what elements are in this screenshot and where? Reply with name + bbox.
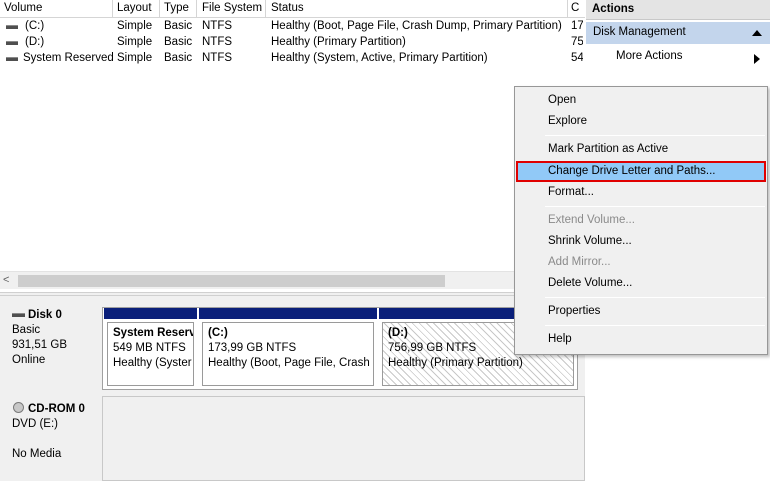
volume-list: Volume Layout Type File System Status C … — [0, 0, 585, 292]
cdrom0-title: CD-ROM 0 — [6, 402, 100, 417]
volume-type: Basic — [164, 36, 193, 48]
disk0-partitions: System Reserv 549 MB NTFS Healthy (Syste… — [102, 307, 578, 390]
partition-status: Healthy (Primary Partition) — [388, 357, 523, 369]
disk0-label[interactable]: Disk 0 Basic 931,51 GB Online — [6, 308, 100, 398]
column-header-volume[interactable]: Volume — [4, 2, 110, 14]
context-menu: Open Explore Mark Partition as Active Ch… — [514, 86, 768, 355]
partition-bar — [199, 308, 377, 319]
disk0-size: 931,51 GB — [12, 339, 67, 351]
volume-type: Basic — [164, 52, 193, 64]
partition-size: 173,99 GB NTFS — [208, 342, 297, 354]
volume-name: (D:) — [25, 36, 45, 48]
volume-fs: NTFS — [202, 20, 233, 32]
menu-item-extend-volume: Extend Volume... — [548, 214, 635, 226]
volume-list-header: Volume Layout Type File System Status C — [0, 0, 585, 18]
volume-capacity: 17 — [571, 20, 583, 32]
menu-item-shrink-volume[interactable]: Shrink Volume... — [517, 232, 765, 253]
more-actions-label: More Actions — [616, 50, 683, 62]
partition-c[interactable]: (C:) 173,99 GB NTFS Healthy (Boot, Page … — [199, 308, 377, 389]
drive-icon — [6, 25, 18, 29]
menu-item-mark-active[interactable]: Mark Partition as Active — [517, 140, 765, 161]
partition-body: System Reserv 549 MB NTFS Healthy (Syste… — [107, 322, 194, 386]
disk-management-window: Volume Layout Type File System Status C … — [0, 0, 770, 481]
cdrom0-media: No Media — [12, 448, 62, 460]
menu-item-open[interactable]: Open — [517, 91, 765, 112]
volume-status: Healthy (Boot, Page File, Crash Dump, Pr… — [271, 20, 562, 32]
hard-disk-icon — [12, 313, 25, 317]
horizontal-scrollbar[interactable]: < — [0, 271, 585, 289]
cdrom0-area[interactable] — [102, 396, 585, 481]
menu-item-add-mirror: Add Mirror... — [548, 256, 611, 268]
column-header-capacity[interactable]: C — [571, 2, 583, 14]
collapse-up-icon[interactable] — [752, 30, 762, 36]
actions-group-label: Disk Management — [593, 26, 686, 38]
column-header-type[interactable]: Type — [164, 2, 196, 14]
partition-name: (C:) — [208, 327, 228, 339]
column-header-file-system[interactable]: File System — [202, 2, 264, 14]
scrollbar-thumb[interactable] — [18, 275, 445, 287]
volume-status: Healthy (Primary Partition) — [271, 36, 406, 48]
volume-name: System Reserved — [23, 52, 113, 64]
drive-icon — [6, 57, 18, 61]
menu-item-properties[interactable]: Properties — [517, 302, 765, 323]
menu-separator — [545, 206, 765, 207]
partition-name: System Reserv — [113, 327, 194, 339]
partition-status: Healthy (Boot, Page File, Crash D — [208, 357, 374, 369]
scroll-left-arrow-icon[interactable]: < — [3, 274, 9, 286]
volume-layout: Simple — [117, 20, 153, 32]
column-header-layout[interactable]: Layout — [117, 2, 159, 14]
volume-row[interactable]: System Reserved Simple Basic NTFS Health… — [0, 51, 585, 67]
disk0-title: Disk 0 — [6, 308, 100, 323]
cdrom0-drive: DVD (E:) — [12, 418, 58, 430]
actions-group-disk-management[interactable]: Disk Management — [586, 22, 770, 44]
submenu-arrow-icon — [754, 54, 760, 64]
actions-title: Actions — [586, 0, 770, 20]
menu-item-help[interactable]: Help — [517, 330, 765, 351]
menu-separator — [545, 297, 765, 298]
cdrom0-label[interactable]: CD-ROM 0 DVD (E:) No Media — [6, 402, 100, 481]
volume-row[interactable]: (C:) Simple Basic NTFS Healthy (Boot, Pa… — [0, 19, 585, 35]
volume-type: Basic — [164, 20, 193, 32]
partition-system-reserved[interactable]: System Reserv 549 MB NTFS Healthy (Syste… — [104, 308, 197, 389]
menu-separator — [545, 325, 765, 326]
menu-item-format[interactable]: Format... — [517, 183, 765, 204]
volume-capacity: 75 — [571, 36, 583, 48]
partition-bar — [104, 308, 197, 319]
partition-body: (C:) 173,99 GB NTFS Healthy (Boot, Page … — [202, 322, 374, 386]
menu-item-delete-volume[interactable]: Delete Volume... — [517, 274, 765, 295]
partition-status: Healthy (Syster — [113, 357, 192, 369]
disk-graphical-view: Disk 0 Basic 931,51 GB Online System Res… — [0, 296, 585, 481]
menu-item-explore[interactable]: Explore — [517, 112, 765, 133]
volume-capacity: 54 — [571, 52, 583, 64]
disk0-state: Online — [12, 354, 46, 366]
drive-icon — [6, 41, 18, 45]
volume-name: (C:) — [25, 20, 45, 32]
column-header-status[interactable]: Status — [271, 2, 566, 14]
volume-status: Healthy (System, Active, Primary Partiti… — [271, 52, 488, 64]
menu-item-change-drive-letter[interactable]: Change Drive Letter and Paths... — [516, 161, 766, 182]
cd-drive-icon — [13, 402, 24, 413]
main-pane: Volume Layout Type File System Status C … — [0, 0, 585, 481]
volume-row[interactable]: (D:) Simple Basic NTFS Healthy (Primary … — [0, 35, 585, 51]
more-actions-item[interactable]: More Actions — [586, 47, 770, 67]
partition-size: 549 MB NTFS — [113, 342, 186, 354]
volume-layout: Simple — [117, 36, 153, 48]
menu-separator — [545, 135, 765, 136]
volume-fs: NTFS — [202, 36, 233, 48]
volume-layout: Simple — [117, 52, 153, 64]
volume-fs: NTFS — [202, 52, 233, 64]
disk0-type: Basic — [12, 324, 41, 336]
